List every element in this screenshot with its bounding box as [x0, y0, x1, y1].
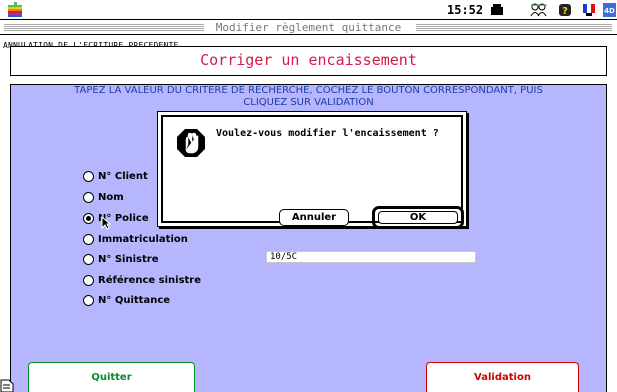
- instructions-line-1: TAPEZ LA VALEUR DU CRITERE DE RECHERCHE,…: [74, 85, 543, 96]
- search-value-input[interactable]: 10/5C: [266, 251, 476, 263]
- radio-receipt-number[interactable]: N° Quittance: [83, 293, 170, 307]
- mouse-pointer-icon: [101, 216, 111, 230]
- radio-circle-selected[interactable]: [83, 212, 94, 224]
- radio-claim-number[interactable]: N° Sinistre: [83, 252, 158, 266]
- radio-label: Référence sinistre: [98, 274, 202, 286]
- header-box: Corriger un encaissement: [10, 46, 607, 76]
- window-title-bar[interactable]: Modifier règlement quittance: [0, 21, 617, 35]
- radio-circle[interactable]: [83, 170, 94, 182]
- ok-button[interactable]: OK: [378, 211, 458, 224]
- window-title: Modifier règlement quittance: [209, 21, 408, 34]
- dialog-frame: Voulez-vous modifier l'encaissement ? An…: [161, 115, 464, 229]
- instructions-line-2: CLIQUEZ SUR VALIDATION: [243, 97, 374, 108]
- quit-button[interactable]: Quitter: [28, 362, 195, 392]
- dialog-message: Voulez-vous modifier l'encaissement ?: [216, 128, 439, 139]
- default-button-ring: OK: [372, 206, 464, 229]
- svg-text:4D: 4D: [604, 7, 615, 15]
- radio-circle[interactable]: [83, 274, 94, 286]
- cancel-button[interactable]: Annuler: [279, 209, 349, 226]
- document-icon: [0, 379, 14, 392]
- people-icon[interactable]: [530, 3, 548, 17]
- radio-label: Nom: [98, 191, 124, 203]
- 4d-icon[interactable]: 4D: [603, 3, 616, 17]
- radio-claim-reference[interactable]: Référence sinistre: [83, 273, 201, 287]
- printer-icon[interactable]: [490, 3, 504, 17]
- apple-icon[interactable]: [8, 2, 22, 17]
- validate-button[interactable]: Validation: [426, 362, 579, 392]
- radio-label: N° Quittance: [98, 294, 171, 306]
- svg-text:?: ?: [562, 6, 568, 17]
- radio-label: N° Client: [98, 170, 148, 182]
- radio-circle[interactable]: [83, 191, 94, 203]
- radio-registration[interactable]: Immatriculation: [83, 232, 188, 246]
- radio-label: N° Sinistre: [98, 253, 159, 265]
- help-icon[interactable]: ?: [558, 3, 572, 17]
- radio-circle[interactable]: [83, 233, 94, 245]
- menubar-clock: 15:52: [447, 3, 484, 17]
- confirm-dialog: Voulez-vous modifier l'encaissement ? An…: [157, 111, 467, 229]
- radio-circle[interactable]: [83, 253, 94, 265]
- radio-client-number[interactable]: N° Client: [83, 169, 148, 183]
- instructions: TAPEZ LA VALEUR DU CRITERE DE RECHERCHE,…: [11, 85, 606, 109]
- radio-policy-number[interactable]: N° Police: [83, 211, 149, 225]
- radio-label: Immatriculation: [98, 233, 188, 245]
- flag-icon[interactable]: [583, 3, 595, 17]
- page-title: Corriger un encaissement: [200, 51, 417, 69]
- radio-circle[interactable]: [83, 294, 94, 306]
- radio-name[interactable]: Nom: [83, 190, 124, 204]
- stop-hand-icon: [177, 129, 205, 157]
- menu-bar: 15:52 ? 4D: [0, 0, 617, 20]
